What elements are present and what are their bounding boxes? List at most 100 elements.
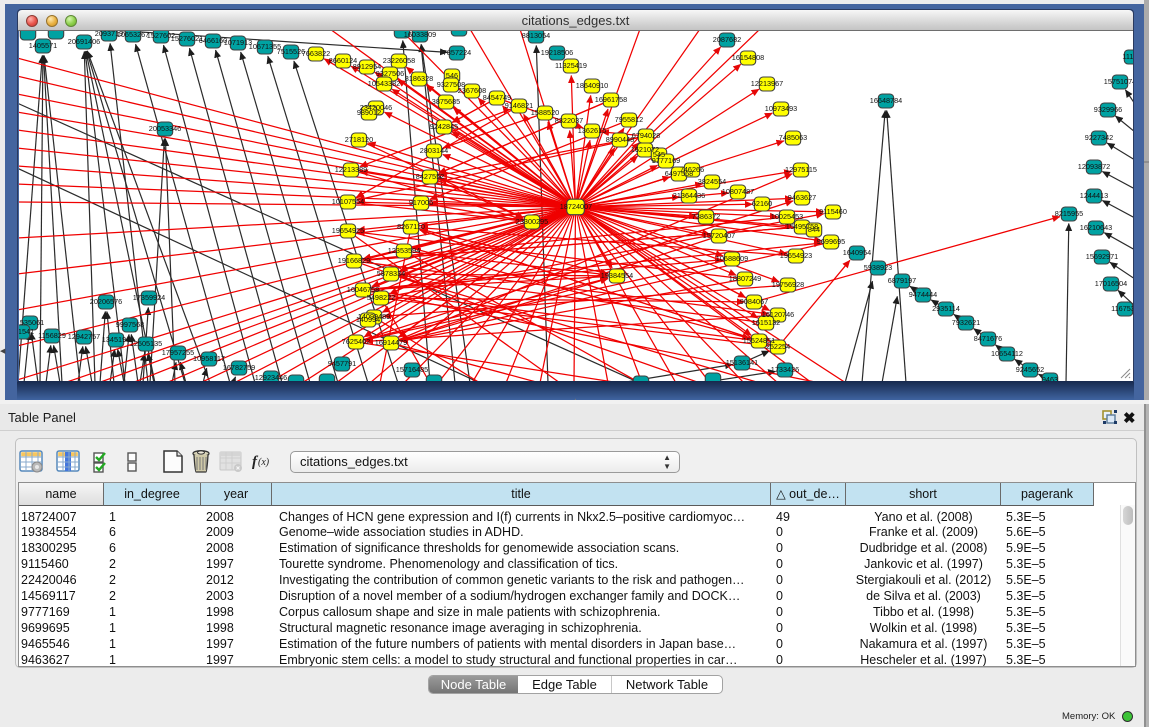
svg-text:8471676: 8471676 — [974, 334, 1002, 343]
svg-text:546: 546 — [446, 71, 458, 80]
svg-text:10653267: 10653267 — [117, 31, 149, 39]
svg-text:7663822: 7663822 — [302, 49, 330, 58]
svg-text:844: 844 — [808, 225, 820, 234]
svg-text:1244413: 1244413 — [1080, 191, 1108, 200]
svg-text:7857224: 7857224 — [443, 48, 471, 57]
svg-text:15720407: 15720407 — [703, 231, 735, 240]
svg-text:12923446: 12923446 — [255, 373, 287, 381]
svg-text:16154808: 16154808 — [732, 53, 764, 62]
svg-text:19384554: 19384554 — [601, 271, 633, 280]
svg-text:15751074: 15751074 — [1104, 77, 1133, 86]
svg-text:9463627: 9463627 — [788, 193, 816, 202]
svg-text:1535061: 1535061 — [19, 318, 44, 327]
svg-text:11325419: 11325419 — [555, 61, 587, 70]
svg-text:21364436: 21364436 — [673, 191, 705, 200]
svg-text:15716485: 15716485 — [396, 365, 428, 374]
svg-text:1405571: 1405571 — [29, 41, 57, 50]
svg-text:8267110: 8267110 — [397, 222, 425, 231]
svg-text:19218506: 19218506 — [541, 48, 573, 57]
svg-text:1362615: 1362615 — [578, 126, 606, 135]
svg-text:16961758: 16961758 — [595, 95, 627, 104]
svg-text:1345194: 1345194 — [102, 335, 130, 344]
svg-text:16033809: 16033809 — [404, 31, 436, 39]
svg-text:3875685: 3875685 — [432, 97, 460, 106]
svg-text:9997568: 9997568 — [116, 320, 144, 329]
svg-text:16914479: 16914479 — [375, 338, 407, 347]
svg-text:9084067: 9084067 — [740, 297, 768, 306]
svg-text:6879197: 6879197 — [888, 276, 916, 285]
svg-text:1640954: 1640954 — [843, 248, 871, 257]
svg-text:8186328: 8186328 — [405, 74, 433, 83]
svg-text:15692971: 15692971 — [1086, 252, 1118, 261]
svg-text:12093872: 12093872 — [1078, 162, 1110, 171]
svg-text:12353594: 12353594 — [388, 246, 420, 255]
svg-text:23300295: 23300295 — [516, 217, 548, 226]
svg-text:12213967: 12213967 — [751, 79, 783, 88]
svg-text:9242845: 9242845 — [430, 122, 458, 131]
svg-text:17359924: 17359924 — [133, 293, 165, 302]
svg-text:7932621: 7932621 — [952, 318, 980, 327]
svg-text:8322037: 8322037 — [555, 116, 583, 125]
svg-text:1156829: 1156829 — [38, 331, 66, 340]
svg-text:10025453: 10025453 — [771, 212, 803, 221]
svg-text:9777169: 9777169 — [652, 156, 680, 165]
svg-text:8990448: 8990448 — [606, 135, 634, 144]
svg-text:12942757: 12942757 — [68, 332, 100, 341]
svg-text:9699695: 9699695 — [817, 237, 845, 246]
svg-text:19756928: 19756928 — [772, 280, 804, 289]
svg-text:140994: 140994 — [356, 315, 380, 324]
svg-text:8427552: 8427552 — [416, 172, 444, 181]
svg-text:8215955: 8215955 — [1055, 209, 1083, 218]
svg-text:19654925: 19654925 — [332, 226, 364, 235]
svg-text:9329966: 9329966 — [1094, 105, 1122, 114]
svg-text:11172: 11172 — [1122, 52, 1133, 61]
svg-text:9245652: 9245652 — [1016, 365, 1044, 374]
svg-text:19166829: 19166829 — [338, 256, 370, 265]
svg-text:3824554: 3824554 — [698, 177, 726, 186]
svg-text:10107554: 10107554 — [332, 197, 364, 206]
svg-text:9327506: 9327506 — [376, 69, 404, 78]
svg-text:62160: 62160 — [752, 199, 772, 208]
svg-text:2935114: 2935114 — [932, 304, 960, 313]
svg-text:17957255: 17957255 — [162, 348, 194, 357]
svg-text:19654923: 19654923 — [780, 251, 812, 260]
svg-text:23226058: 23226058 — [383, 56, 415, 65]
svg-text:20206576: 20206576 — [90, 297, 122, 306]
svg-text:18807249: 18807249 — [729, 274, 761, 283]
svg-text:5498222: 5498222 — [367, 293, 395, 302]
svg-text:1167533: 1167533 — [1111, 304, 1133, 313]
svg-text:17016504: 17016504 — [1095, 279, 1127, 288]
svg-text:16210643: 16210643 — [1080, 223, 1112, 232]
svg-text:16782759: 16782759 — [223, 363, 255, 372]
svg-text:20691406: 20691406 — [68, 37, 100, 46]
svg-text:9463: 9463 — [1042, 375, 1058, 381]
svg-text:9457791: 9457791 — [328, 359, 356, 368]
svg-text:391541: 391541 — [19, 327, 34, 336]
svg-text:8813054: 8813054 — [522, 31, 550, 40]
svg-text:10807487: 10807487 — [722, 187, 754, 196]
svg-text:917006: 917006 — [409, 198, 433, 207]
svg-text:252254: 252254 — [766, 342, 790, 351]
svg-text:20053346: 20053346 — [149, 124, 181, 133]
svg-text:2087682: 2087682 — [713, 35, 741, 44]
svg-text:1733426: 1733426 — [771, 365, 799, 374]
svg-text:18724007: 18724007 — [560, 202, 592, 211]
svg-text:18640910: 18640910 — [576, 81, 608, 90]
svg-text:6794028: 6794028 — [632, 131, 660, 140]
svg-text:10688609: 10688609 — [716, 254, 748, 263]
svg-text:10973493: 10973493 — [765, 104, 797, 113]
svg-text:16648784: 16648784 — [870, 96, 902, 105]
svg-text:10654112: 10654112 — [991, 349, 1023, 358]
svg-text:989012: 989012 — [357, 108, 381, 117]
svg-text:1615132: 1615132 — [752, 318, 780, 327]
svg-text:7625402: 7625402 — [342, 337, 370, 346]
svg-text:12505135: 12505135 — [130, 339, 162, 348]
svg-text:15136141: 15136141 — [726, 358, 758, 367]
svg-text:2803144: 2803144 — [420, 146, 448, 155]
svg-text:9146821: 9146821 — [505, 101, 533, 110]
svg-text:9115460: 9115460 — [819, 207, 847, 216]
svg-text:7386372: 7386372 — [692, 212, 720, 221]
svg-text:5878334: 5878334 — [377, 269, 405, 278]
svg-text:746266: 746266 — [680, 165, 704, 174]
svg-text:2718120: 2718120 — [345, 135, 373, 144]
